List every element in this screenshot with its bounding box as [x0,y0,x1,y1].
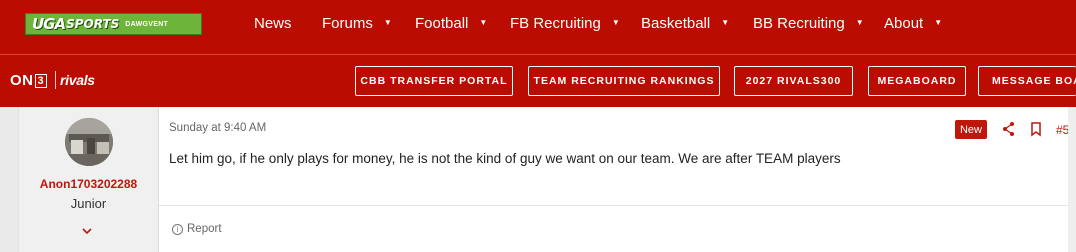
message-board-button[interactable]: MESSAGE BOARD [978,66,1076,96]
nav-label: Football [415,14,469,32]
report-link[interactable]: i Report [172,223,222,235]
share-icon[interactable] [1001,120,1017,138]
report-label: Report [187,223,222,235]
nav-label: About [884,14,924,32]
username[interactable]: Anon1703202288 [18,177,159,191]
avatar[interactable] [65,118,113,166]
nav-label: Forums [322,14,373,32]
nav-news[interactable]: News [254,0,292,46]
nav-fb-recruiting[interactable]: FB Recruiting ▼ [510,0,620,46]
nav-forums[interactable]: Forums ▼ [322,0,392,46]
post-divider [159,205,1076,206]
post-content [159,107,1076,252]
logo-uga: UGA [32,15,66,33]
chevron-down-icon: ▼ [934,17,943,27]
team-recruiting-rankings-button[interactable]: TEAM RECRUITING RANKINGS [528,66,720,96]
on3-text: ON [10,72,34,89]
cbb-transfer-portal-button[interactable]: CBB TRANSFER PORTAL [355,66,513,96]
megaboard-button[interactable]: MEGABOARD [868,66,966,96]
post-date[interactable]: Sunday at 9:40 AM [169,122,266,134]
chevron-down-icon: ▼ [383,17,392,27]
rivals300-button[interactable]: 2027 RIVALS300 [734,66,853,96]
user-title: Junior [70,196,107,211]
chevron-down-icon: ▼ [855,17,864,27]
logo-tagline: DAWGVENT [125,20,169,28]
logo-sports: SPORTS [66,17,120,31]
site-logo[interactable]: UGA SPORTS DAWGVENT [25,13,202,35]
nav-label: Basketball [641,14,711,32]
post-message: Let him go, if he only plays for money, … [169,151,841,166]
rivals-logo[interactable]: rivals [60,72,95,88]
new-badge: New [955,120,987,139]
nav-basketball[interactable]: Basketball ▼ [641,0,729,46]
left-gutter [0,107,18,252]
nav-label: News [254,14,292,32]
nav-about[interactable]: About ▼ [884,0,942,46]
on3-logo[interactable]: ON 3 [10,72,48,89]
on3-box: 3 [34,74,48,88]
nav-label: BB Recruiting [753,14,845,32]
nav-bb-recruiting[interactable]: BB Recruiting ▼ [753,0,864,46]
nav-label: FB Recruiting [510,14,601,32]
chevron-down-icon[interactable] [81,226,93,239]
nav-football[interactable]: Football ▼ [415,0,487,46]
scrollbar[interactable] [1068,107,1076,252]
chevron-down-icon: ▼ [479,17,488,27]
bookmark-icon[interactable] [1029,120,1043,138]
info-icon: i [172,223,183,235]
chevron-down-icon: ▼ [721,17,730,27]
logo-divider [55,71,56,89]
chevron-down-icon: ▼ [611,17,620,27]
